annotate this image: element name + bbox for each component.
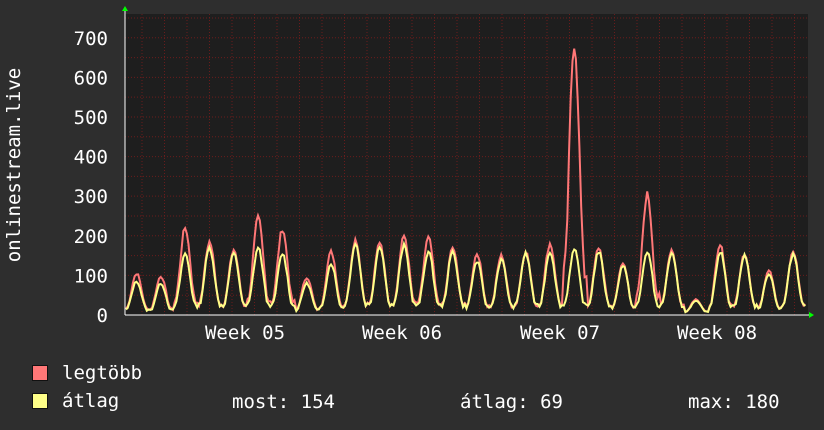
y-tick-label: 200 xyxy=(74,226,108,248)
legend-label-atlag: átlag xyxy=(62,390,120,412)
x-axis-ticks: Week 05 Week 06 Week 07 Week 08 xyxy=(205,322,757,344)
stat-average: átlag: 69 xyxy=(460,391,563,413)
chart-svg: 0100200300400500600700 Week 05 Week 06 Wee… xyxy=(3,6,814,344)
y-axis-arrow xyxy=(122,6,128,11)
y-tick-label: 500 xyxy=(74,107,108,129)
y-axis-ticks: 0 100 200 300 400 500 600 700 xyxy=(74,28,108,327)
y-tick-label: 400 xyxy=(74,147,108,169)
x-tick-label: Week 08 xyxy=(677,322,757,344)
y-tick-label: 100 xyxy=(74,265,108,287)
x-tick-label: Week 06 xyxy=(362,322,442,344)
x-tick-label: Week 07 xyxy=(520,322,600,344)
y-tick-label: 0 xyxy=(97,305,108,327)
legend-swatch-atlag xyxy=(32,393,48,409)
stat-maximum: max: 180 xyxy=(688,391,780,413)
legend-item-atlag: átlag xyxy=(32,390,120,412)
legend-label-legtobb: legtöbb xyxy=(62,362,143,384)
plot-area xyxy=(125,14,808,315)
y-tick-label: 300 xyxy=(74,186,108,208)
legend-swatch-legtobb xyxy=(32,365,48,381)
stat-current: most: 154 xyxy=(232,391,335,413)
legend-item-legtobb: legtöbb xyxy=(32,362,143,384)
x-axis-arrow xyxy=(809,312,814,318)
y-tick-label: 700 xyxy=(74,28,108,50)
y-tick-label: 600 xyxy=(74,67,108,89)
x-tick-label: Week 05 xyxy=(205,322,285,344)
y-axis-label: onlinestream.live xyxy=(3,68,25,262)
